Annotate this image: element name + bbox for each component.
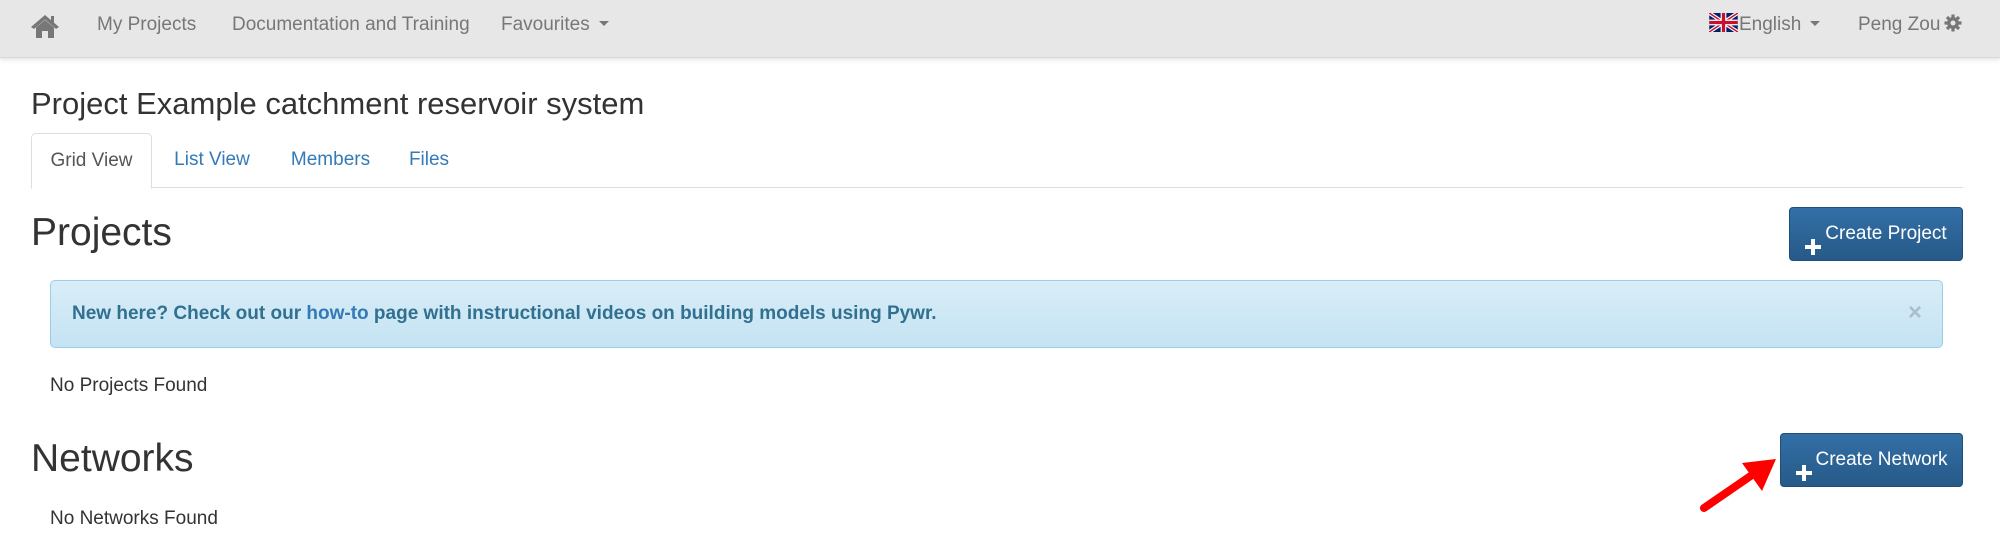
annotation-arrow-icon: [1700, 455, 1780, 513]
view-tabs: Grid View List View Members Files: [31, 133, 1963, 189]
nav-documentation[interactable]: Documentation and Training: [232, 14, 470, 36]
uk-flag-icon: [1708, 11, 1739, 35]
page-title: Project Example catchment reservoir syst…: [31, 86, 645, 121]
caret-down-icon: [598, 21, 609, 27]
plus-icon: [1795, 450, 1812, 481]
alert-prefix: New here? Check out our: [72, 303, 307, 324]
nav-favourites-label: Favourites: [501, 14, 590, 35]
info-alert-text: New here? Check out our how-to page with…: [72, 303, 937, 325]
language-label: English: [1739, 14, 1802, 35]
tab-files[interactable]: Files: [389, 133, 469, 188]
projects-empty-message: No Projects Found: [50, 375, 208, 396]
caret-down-icon: [1810, 21, 1821, 27]
nav-my-projects[interactable]: My Projects: [97, 14, 196, 36]
info-alert: New here? Check out our how-to page with…: [50, 280, 1943, 348]
create-network-button[interactable]: Create Network: [1780, 433, 1963, 487]
networks-empty-message: No Networks Found: [50, 508, 218, 529]
alert-suffix: page with instructional videos on buildi…: [368, 303, 937, 324]
create-project-label: Create Project: [1825, 223, 1947, 244]
networks-heading: Networks: [31, 437, 194, 480]
projects-heading: Projects: [31, 211, 172, 254]
tab-list-view[interactable]: List View: [152, 133, 272, 188]
language-dropdown[interactable]: English: [1708, 11, 1821, 36]
create-project-button[interactable]: Create Project: [1789, 207, 1963, 261]
how-to-link[interactable]: how-to: [306, 303, 368, 324]
home-icon[interactable]: [30, 13, 60, 39]
nav-favourites-dropdown[interactable]: Favourites: [501, 14, 609, 36]
user-menu[interactable]: Peng Zou: [1858, 14, 1962, 36]
top-navbar: My Projects Documentation and Training F…: [0, 0, 2000, 58]
tab-grid-view[interactable]: Grid View: [31, 133, 152, 189]
user-name: Peng Zou: [1858, 14, 1941, 35]
plus-icon: [1805, 224, 1822, 255]
create-network-label: Create Network: [1815, 449, 1948, 470]
close-icon[interactable]: ×: [1908, 301, 1922, 325]
tab-members[interactable]: Members: [274, 133, 387, 188]
gear-icon: [1944, 14, 1962, 32]
